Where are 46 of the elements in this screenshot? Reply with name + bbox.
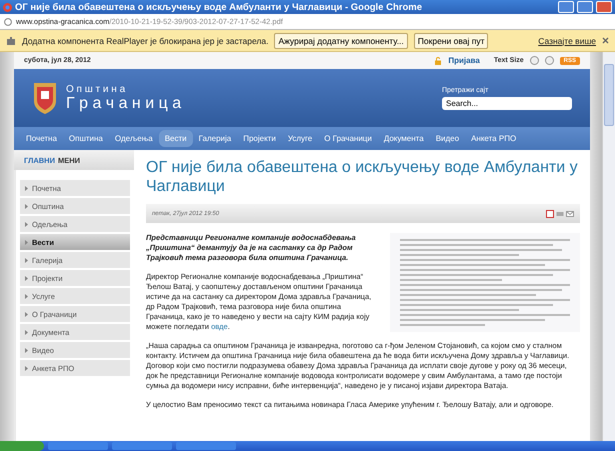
window-title: ОГ није била обавештена о искључењу воде Амбуланти у Чаглавици - Google Chrome — [15, 2, 424, 12]
nav-item[interactable]: Видео — [430, 130, 466, 147]
lock-icon — [434, 56, 442, 64]
triangle-icon — [25, 204, 28, 208]
email-icon[interactable] — [566, 210, 574, 218]
increase-text-button[interactable] — [544, 56, 554, 65]
maximize-button[interactable] — [577, 1, 593, 13]
triangle-icon — [25, 258, 28, 262]
triangle-icon — [25, 186, 28, 190]
decrease-text-button[interactable] — [530, 56, 539, 65]
nav-item[interactable]: Анкета РПО — [465, 130, 522, 147]
coat-of-arms-icon — [32, 81, 58, 115]
logo-title: Г р а ч а н и ц а — [66, 94, 182, 112]
scrollbar[interactable] — [602, 52, 615, 441]
triangle-icon — [25, 330, 28, 334]
infobar-button[interactable]: Ажурирај додатну компоненту... — [274, 32, 408, 48]
page-icon — [4, 18, 12, 26]
article-title: ОГ није била обавештена о искључењу воде Амбуланти у Чаглавици — [146, 158, 579, 196]
browser-icon — [3, 2, 12, 12]
nav-item[interactable]: Одељења — [108, 130, 159, 147]
nav-item[interactable]: О Грачаници — [318, 130, 378, 147]
infobar-button[interactable]: Покрени овај пут — [414, 32, 488, 48]
search-field[interactable]: Search... — [442, 96, 572, 110]
nav-item[interactable]: Општина — [62, 130, 109, 147]
triangle-icon — [25, 222, 28, 226]
triangle-icon — [25, 294, 28, 298]
learn-more-link[interactable]: Сазнајте више — [538, 36, 596, 46]
puzzle-icon — [6, 36, 16, 46]
infobar-message: Додатна компонента RealPlayer је блокирана јер је застарела. — [22, 36, 268, 46]
nav-item[interactable]: Документа — [378, 130, 430, 147]
nav-item[interactable]: Услуге — [282, 130, 318, 147]
triangle-icon — [25, 276, 28, 280]
logo-text: О п ш т и н а — [66, 84, 126, 94]
nav-item[interactable]: Галерија — [192, 130, 238, 147]
triangle-icon — [25, 348, 28, 352]
triangle-icon — [25, 240, 28, 244]
nav-item[interactable]: Пројекти — [237, 130, 282, 147]
minimize-button[interactable] — [558, 1, 574, 13]
login-link[interactable]: Пријава — [448, 56, 480, 65]
triangle-icon — [25, 312, 28, 316]
pdf-icon[interactable] — [546, 210, 554, 218]
close-button[interactable] — [596, 1, 612, 13]
close-icon[interactable] — [602, 37, 609, 44]
nav-item[interactable]: Почетна — [20, 130, 63, 147]
start-button[interactable] — [0, 441, 44, 451]
triangle-icon — [25, 366, 28, 370]
